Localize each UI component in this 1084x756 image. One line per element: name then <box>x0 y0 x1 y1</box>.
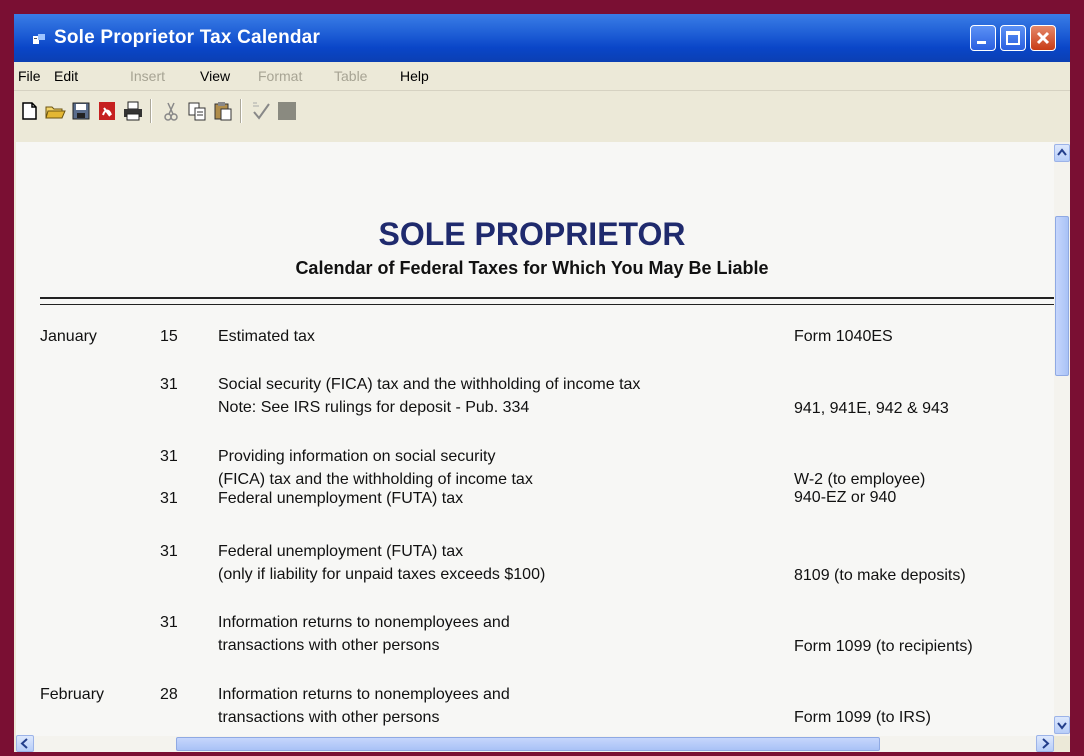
row-day: 31 <box>160 448 178 465</box>
document-area[interactable]: SOLE PROPRIETOR Calendar of Federal Taxe… <box>16 142 1054 736</box>
scroll-right-icon <box>1042 738 1050 749</box>
maximize-icon <box>1006 31 1020 45</box>
row-form: 940-EZ or 940 <box>794 489 897 506</box>
scrollbar-corner <box>1054 736 1070 752</box>
pdf-icon[interactable] <box>96 100 118 122</box>
divider-line <box>40 304 1054 305</box>
menu-file[interactable]: File <box>18 68 41 84</box>
save-icon[interactable] <box>70 100 92 122</box>
row-description: Estimated tax <box>218 328 315 345</box>
row-day: 15 <box>160 328 178 345</box>
cut-icon[interactable] <box>160 100 182 122</box>
row-day: 31 <box>160 543 178 560</box>
close-button[interactable] <box>1030 25 1056 51</box>
row-day: 31 <box>160 614 178 631</box>
row-description-line2: transactions with other persons <box>218 637 440 654</box>
copy-icon[interactable] <box>186 100 208 122</box>
document-subtitle: Calendar of Federal Taxes for Which You … <box>295 258 769 278</box>
toolbar-separator <box>150 99 152 123</box>
menu-table[interactable]: Table <box>334 68 367 84</box>
menu-insert[interactable]: Insert <box>130 68 165 84</box>
window-title: Sole Proprietor Tax Calendar <box>54 27 321 48</box>
menu-view[interactable]: View <box>200 68 230 84</box>
row-form: Form 1099 (to recipients) <box>794 638 973 655</box>
row-description: Social security (FICA) tax and the withh… <box>218 376 641 393</box>
row-description: Federal unemployment (FUTA) tax <box>218 543 464 560</box>
color-swatch-icon[interactable] <box>276 100 298 122</box>
scroll-left-icon <box>20 738 28 749</box>
row-description: Information returns to nonemployees and <box>218 614 510 631</box>
row-description: Federal unemployment (FUTA) tax <box>218 490 464 507</box>
open-folder-icon[interactable] <box>44 100 66 122</box>
row-form: 941, 941E, 942 & 943 <box>794 400 949 417</box>
scroll-left-button[interactable] <box>16 735 34 752</box>
horizontal-scroll-thumb[interactable] <box>176 737 880 751</box>
ruler-strip <box>14 130 1070 142</box>
row-form: 8109 (to make deposits) <box>794 567 966 584</box>
row-description: Providing information on social security <box>218 448 496 465</box>
new-document-icon[interactable] <box>18 100 40 122</box>
menu-format[interactable]: Format <box>258 68 302 84</box>
menu-edit[interactable]: Edit <box>54 68 78 84</box>
row-day: 31 <box>160 490 178 507</box>
close-icon <box>1036 31 1050 45</box>
row-description-line2: transactions with other persons <box>218 709 440 726</box>
divider-line <box>40 297 1054 299</box>
print-icon[interactable] <box>122 100 144 122</box>
scroll-down-button[interactable] <box>1054 716 1070 734</box>
row-form: Form 1099 (to IRS) <box>794 709 931 726</box>
menu-help[interactable]: Help <box>400 68 429 84</box>
spellcheck-icon[interactable] <box>250 100 272 122</box>
row-description: Information returns to nonemployees and <box>218 686 510 703</box>
row-day: 28 <box>160 686 178 703</box>
menu-bar: File Edit Insert View Format Table Help <box>14 62 1070 91</box>
row-description-line2: (only if liability for unpaid taxes exce… <box>218 566 546 583</box>
app-window: Sole Proprietor Tax Calendar File Edit I… <box>14 14 1070 752</box>
toolbar <box>14 91 1070 129</box>
document-title: SOLE PROPRIETOR <box>378 216 686 252</box>
minimize-button[interactable] <box>970 25 996 51</box>
row-description-line2: Note: See IRS rulings for deposit - Pub.… <box>218 399 530 416</box>
app-icon <box>33 34 45 44</box>
vertical-scroll-thumb[interactable] <box>1055 216 1069 376</box>
minimize-icon <box>977 41 986 44</box>
vertical-scrollbar[interactable] <box>1054 142 1070 736</box>
horizontal-scrollbar[interactable] <box>16 735 1054 752</box>
toolbar-separator <box>240 99 242 123</box>
row-day: 31 <box>160 376 178 393</box>
scroll-right-button[interactable] <box>1036 735 1054 752</box>
scroll-up-icon <box>1057 148 1067 156</box>
scroll-down-icon <box>1057 722 1067 730</box>
row-form: Form 1040ES <box>794 328 893 345</box>
scroll-up-button[interactable] <box>1054 144 1070 162</box>
row-month: February <box>40 686 105 703</box>
title-bar[interactable]: Sole Proprietor Tax Calendar <box>14 14 1070 62</box>
paste-icon[interactable] <box>212 100 234 122</box>
row-month: January <box>40 328 97 345</box>
maximize-button[interactable] <box>1000 25 1026 51</box>
